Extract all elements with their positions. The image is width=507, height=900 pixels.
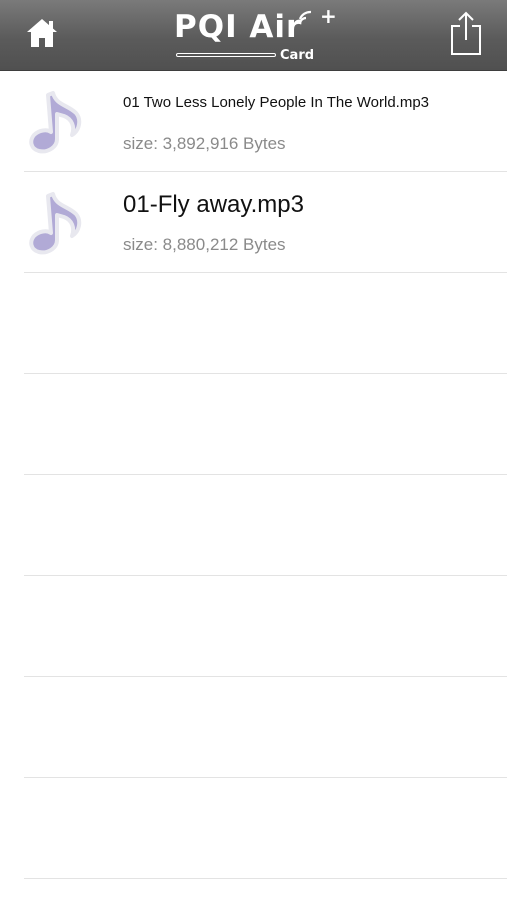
file-name: 01-Fly away.mp3 [123,191,304,218]
file-list: 01 Two Less Lonely People In The World.m… [0,71,507,879]
file-size: size: 3,892,916 Bytes [123,134,286,153]
empty-row [24,273,507,374]
music-note-icon [26,89,86,155]
file-name: 01 Two Less Lonely People In The World.m… [123,94,430,111]
file-row[interactable]: 01 Two Less Lonely People In The World.m… [24,71,507,172]
wifi-signal-icon [298,10,320,33]
file-size: size: 8,880,212 Bytes [123,235,286,254]
empty-row [24,475,507,576]
empty-row [24,576,507,677]
logo-title: PQI Air [174,9,303,45]
logo-plus: + [320,4,337,28]
file-row[interactable]: 01-Fly away.mp3 size: 8,880,212 Bytes [24,172,507,273]
share-button[interactable] [445,10,487,60]
share-icon [449,10,483,61]
top-navigation-bar: PQI Air + Card [0,0,507,71]
logo-subtitle: Card [280,48,315,63]
empty-row [24,778,507,879]
logo-underline [176,53,276,57]
empty-row [24,374,507,475]
app-logo: PQI Air + Card [170,6,345,66]
empty-row [24,677,507,778]
music-note-icon [26,190,86,256]
home-icon [25,17,59,54]
home-button[interactable] [20,14,64,56]
